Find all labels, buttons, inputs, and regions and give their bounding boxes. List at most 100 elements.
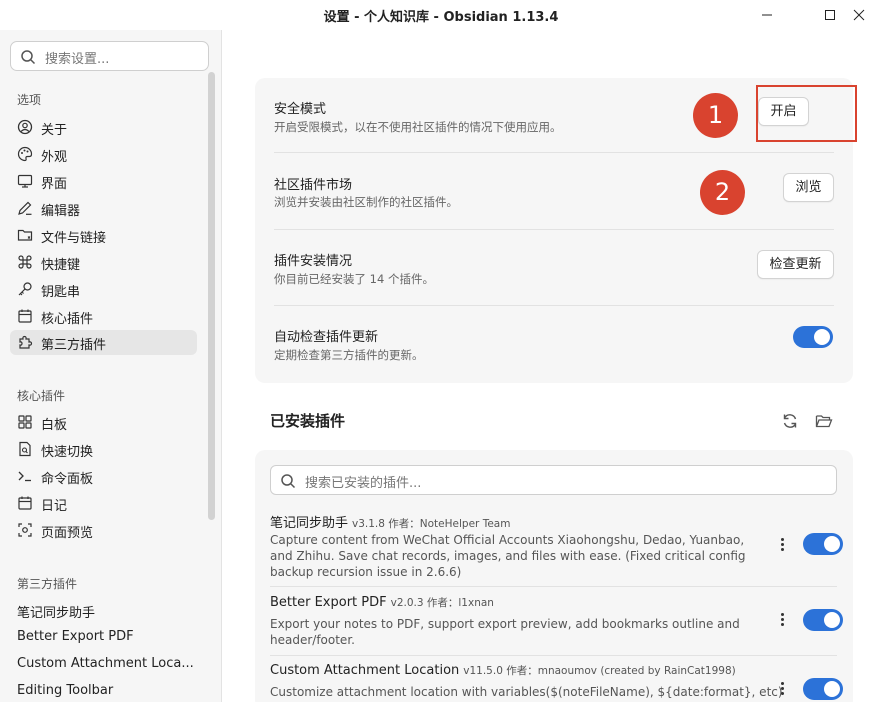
plugin-name: Better Export PDF v2.0.3 作者：l1xnan — [270, 595, 494, 610]
palette-icon — [17, 146, 33, 162]
plugin-desc: Capture content from WeChat Official Acc… — [270, 533, 746, 579]
sidebar-item-label: 界面 — [41, 177, 68, 192]
installed-plugins-heading: 已安装插件 — [270, 412, 346, 430]
user-circle-icon — [17, 119, 33, 135]
sidebar-item-plugin[interactable]: Custom Attachment Loca... — [17, 656, 194, 671]
browse-button[interactable]: 浏览 — [783, 173, 834, 202]
sidebar-item-label: 快捷键 — [41, 258, 81, 273]
community-market-title: 社区插件市场 — [274, 178, 353, 193]
settings-main: 安全模式 开启受限模式，以在不使用社区插件的情况下使用应用。 开启 社区插件市场… — [222, 30, 882, 702]
sidebar-item-interface[interactable]: 界面 — [10, 169, 197, 194]
install-status-desc: 你目前已经安装了 14 个插件。 — [274, 272, 434, 286]
sidebar-item-label: 钥匙串 — [41, 285, 81, 300]
auto-check-title: 自动检查插件更新 — [274, 330, 379, 345]
community-market-desc: 浏览并安装由社区制作的社区插件。 — [274, 195, 458, 209]
monitor-icon — [17, 174, 33, 188]
key-icon — [18, 282, 32, 296]
file-search-icon — [19, 441, 31, 457]
sidebar-item-community-plugins[interactable]: 第三方插件 — [10, 330, 197, 355]
divider — [274, 152, 834, 153]
section-title-core: 核心插件 — [17, 389, 66, 403]
check-updates-button[interactable]: 检查更新 — [757, 250, 834, 279]
sidebar-item-appearance[interactable]: 外观 — [10, 142, 197, 167]
safe-mode-title: 安全模式 — [274, 102, 327, 117]
sidebar-item-plugin[interactable]: Editing Toolbar — [17, 683, 113, 698]
plugin-name-text: Custom Attachment Location — [270, 663, 460, 678]
annotation-badge-2: 2 — [700, 170, 745, 215]
sidebar-item-about[interactable]: 关于 — [10, 115, 197, 140]
annotation-highlight-box — [756, 85, 857, 142]
plugin-toggle[interactable] — [803, 678, 843, 700]
folder-icon — [17, 229, 33, 241]
divider — [270, 655, 837, 656]
installed-plugins-search-input[interactable]: 搜索已安装的插件... — [270, 465, 837, 495]
search-icon — [281, 474, 296, 489]
divider — [274, 229, 834, 230]
sidebar-item-editor[interactable]: 编辑器 — [10, 196, 197, 221]
search-icon — [21, 50, 36, 65]
sidebar-item-label: 文件与链接 — [41, 231, 107, 246]
sidebar-item-label: 关于 — [41, 123, 68, 138]
sidebar-item-label: 外观 — [41, 150, 68, 165]
auto-check-toggle[interactable] — [793, 326, 833, 348]
sidebar-item-files-links[interactable]: 文件与链接 — [10, 223, 197, 248]
canvas-icon — [18, 415, 32, 429]
sidebar-item-keychain[interactable]: 钥匙串 — [10, 277, 197, 302]
calendar-icon — [18, 309, 32, 323]
sidebar-item-canvas[interactable]: 白板 — [10, 410, 197, 435]
sidebar-item-hotkeys[interactable]: 快捷键 — [10, 250, 197, 275]
pencil-icon — [18, 201, 32, 215]
sidebar-item-daily-notes[interactable]: 日记 — [10, 491, 197, 516]
plugin-desc: Customize attachment location with varia… — [270, 685, 783, 699]
plugin-options-icon[interactable] — [779, 682, 785, 698]
plugin-meta: v11.5.0 作者：mnaoumov (created by RainCat1… — [463, 665, 736, 677]
open-folder-icon[interactable] — [815, 412, 833, 430]
calendar-icon — [18, 496, 32, 510]
auto-check-desc: 定期检查第三方插件的更新。 — [274, 348, 424, 362]
puzzle-icon — [19, 335, 33, 349]
sidebar-item-quick-switcher[interactable]: 快速切换 — [10, 437, 197, 462]
close-icon — [853, 9, 865, 21]
sidebar-item-label: 白板 — [41, 418, 68, 433]
search-placeholder: 搜索已安装的插件... — [305, 476, 422, 491]
sidebar-item-label: 编辑器 — [41, 204, 81, 219]
refresh-icon[interactable] — [781, 412, 799, 430]
sidebar-item-label: 核心插件 — [41, 312, 94, 327]
sidebar-item-plugin[interactable]: Better Export PDF — [17, 629, 134, 644]
divider — [270, 586, 837, 587]
plugin-options-icon[interactable] — [779, 613, 785, 629]
sidebar-item-label: 日记 — [41, 499, 68, 514]
title-bar: 设置 - 个人知识库 - Obsidian 1.13.4 — [0, 0, 882, 30]
section-title-third-party: 第三方插件 — [17, 577, 78, 591]
divider — [274, 305, 834, 306]
sidebar-item-label: 第三方插件 — [41, 338, 107, 353]
plugin-name-text: 笔记同步助手 — [270, 516, 349, 531]
sidebar-item-plugin[interactable]: 笔记同步助手 — [17, 602, 95, 621]
install-status-title: 插件安装情况 — [274, 254, 353, 269]
section-title-options: 选项 — [17, 93, 42, 107]
maximize-icon — [825, 10, 835, 20]
plugin-meta: v2.0.3 作者：l1xnan — [390, 597, 494, 609]
terminal-icon — [18, 471, 31, 482]
sidebar-item-page-preview[interactable]: 页面预览 — [10, 518, 197, 543]
plugin-name-text: Better Export PDF — [270, 595, 387, 610]
plugin-name: Custom Attachment Location v11.5.0 作者：mna… — [270, 663, 736, 678]
search-placeholder: 搜索设置... — [45, 52, 110, 67]
sidebar-scrollbar[interactable] — [208, 72, 215, 520]
sidebar-item-label: 快速切换 — [41, 445, 94, 460]
plugin-toggle[interactable] — [803, 533, 843, 555]
safe-mode-desc: 开启受限模式，以在不使用社区插件的情况下使用应用。 — [274, 120, 562, 134]
minimize-button[interactable] — [744, 0, 790, 30]
plugin-options-icon[interactable] — [779, 538, 785, 554]
preview-icon — [18, 523, 32, 537]
sidebar-item-command-palette[interactable]: 命令面板 — [10, 464, 197, 489]
plugin-meta: v3.1.8 作者：NoteHelper Team — [352, 518, 511, 530]
settings-search-input[interactable]: 搜索设置... — [10, 41, 209, 71]
close-button[interactable] — [836, 0, 882, 30]
annotation-badge-1: 1 — [693, 93, 738, 138]
plugin-toggle[interactable] — [803, 609, 843, 631]
settings-sidebar: 搜索设置... 选项 关于 外观 界面 编辑器 文件与链接 快捷键 钥匙串 核心… — [0, 30, 222, 702]
sidebar-item-core-plugins[interactable]: 核心插件 — [10, 304, 197, 329]
sidebar-item-label: 命令面板 — [41, 472, 94, 487]
command-icon — [18, 255, 32, 269]
